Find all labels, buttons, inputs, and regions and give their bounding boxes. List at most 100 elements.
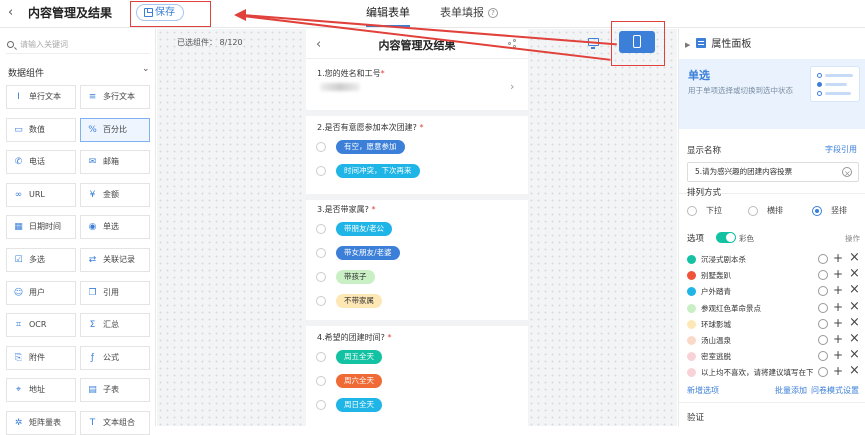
component-17[interactable]: ƒ 公式: [80, 345, 150, 370]
add-icon[interactable]: +: [833, 364, 843, 378]
option-text[interactable]: 别墅轰趴: [701, 270, 813, 281]
component-8[interactable]: ▦ 日期时间: [6, 215, 76, 240]
radio-icon[interactable]: [316, 296, 326, 306]
component-18[interactable]: ⌖ 地址: [6, 378, 76, 403]
survey-mode-link[interactable]: 问卷模式设置: [811, 385, 859, 396]
add-icon[interactable]: +: [833, 267, 843, 281]
component-14[interactable]: ⌗ OCR: [6, 313, 76, 338]
default-radio-icon[interactable]: [818, 335, 828, 345]
default-radio-icon[interactable]: [818, 302, 828, 313]
radio-icon[interactable]: [316, 224, 326, 234]
component-12[interactable]: ☺ 用户: [6, 280, 76, 305]
option-label: 周六全天: [336, 374, 382, 388]
delete-icon[interactable]: ×: [849, 347, 860, 362]
add-icon[interactable]: +: [833, 316, 843, 330]
component-icon: ∞: [14, 189, 23, 200]
option-text[interactable]: 汤山温泉: [701, 335, 813, 346]
default-radio-icon[interactable]: [818, 351, 828, 362]
expand-icon[interactable]: ▶: [685, 41, 690, 49]
options-label: 选项: [687, 234, 705, 244]
batch-add-link[interactable]: 批量添加: [775, 385, 807, 396]
component-20[interactable]: ✲ 矩阵量表: [6, 411, 76, 435]
radio-icon[interactable]: [316, 376, 326, 386]
component-label: OCR: [29, 320, 47, 330]
radio-icon[interactable]: [316, 352, 326, 362]
component-13[interactable]: ❐ 引用: [80, 280, 150, 305]
option-text[interactable]: 沉浸式剧本杀: [701, 254, 813, 265]
color-toggle[interactable]: [716, 232, 736, 243]
layout-radio-vertical[interactable]: [812, 206, 822, 216]
component-2[interactable]: ▭ 数值: [6, 117, 76, 142]
color-dot-icon[interactable]: [687, 368, 696, 378]
field-ref-link[interactable]: 字段引用: [825, 144, 857, 155]
radio-icon[interactable]: [316, 166, 326, 176]
color-dot-icon[interactable]: [687, 271, 696, 281]
add-icon[interactable]: +: [833, 332, 843, 346]
component-10[interactable]: ☑ 多选: [6, 248, 76, 272]
radio-icon[interactable]: [316, 248, 326, 258]
delete-icon[interactable]: ×: [849, 299, 860, 314]
component-label: 电话: [29, 157, 45, 167]
add-icon[interactable]: +: [833, 300, 843, 314]
component-21[interactable]: T 文本组合: [80, 411, 150, 435]
default-radio-icon[interactable]: [818, 367, 828, 378]
color-dot-icon[interactable]: [687, 255, 696, 264]
add-icon[interactable]: +: [833, 283, 843, 297]
component-7[interactable]: ¥ 金额: [80, 182, 150, 207]
component-5[interactable]: ✉ 邮箱: [80, 150, 150, 175]
chevron-down-icon[interactable]: ⌄: [142, 64, 150, 74]
component-19[interactable]: ▤ 子表: [80, 378, 150, 403]
color-dot-icon[interactable]: [687, 287, 696, 297]
add-option-link[interactable]: 新增选项: [687, 385, 719, 396]
help-icon[interactable]: ?: [488, 8, 498, 18]
option-label: 不带家属: [336, 294, 382, 308]
layout-radio-dropdown[interactable]: [687, 206, 697, 216]
default-radio-icon[interactable]: [818, 270, 828, 281]
component-6[interactable]: ∞ URL: [6, 182, 76, 207]
back-icon[interactable]: ‹: [8, 5, 13, 20]
option-text[interactable]: 密室逃脱: [701, 351, 813, 362]
color-dot-icon[interactable]: [687, 352, 696, 362]
radio-icon[interactable]: [316, 272, 326, 282]
default-radio-icon[interactable]: [818, 318, 828, 329]
default-radio-icon[interactable]: [818, 254, 828, 264]
delete-icon[interactable]: ×: [849, 282, 860, 297]
add-icon[interactable]: +: [833, 348, 843, 362]
color-dot-icon[interactable]: [687, 303, 696, 313]
display-name-field[interactable]: 5.请为感兴趣的团建内容投票: [687, 162, 859, 183]
delete-icon[interactable]: ×: [849, 250, 860, 265]
component-1[interactable]: ≡ 多行文本: [80, 85, 150, 109]
component-3[interactable]: % 百分比: [80, 117, 150, 142]
clear-icon[interactable]: [842, 165, 852, 183]
option-text[interactable]: 户外踏青: [701, 286, 813, 297]
option-text[interactable]: 以上均不喜欢，请将建议填写在下方: [701, 367, 813, 378]
default-radio-icon[interactable]: [818, 286, 828, 297]
component-16[interactable]: ⎘ 附件: [6, 345, 76, 370]
color-dot-icon[interactable]: [687, 336, 696, 345]
tab-edit-form[interactable]: 编辑表单: [366, 4, 410, 27]
layout-radio-horizontal[interactable]: [748, 206, 758, 216]
layout-option-label: 下拉: [706, 206, 722, 215]
component-icon: %: [88, 124, 97, 135]
add-icon[interactable]: +: [833, 251, 843, 265]
component-9[interactable]: ◉ 单选: [80, 215, 150, 240]
delete-icon[interactable]: ×: [849, 363, 860, 378]
question-1[interactable]: 1.您的姓名和工号* ›: [306, 60, 528, 110]
tab-form-fill[interactable]: 表单填报?: [440, 4, 498, 20]
delete-icon[interactable]: ×: [849, 315, 860, 330]
radio-icon[interactable]: [316, 400, 326, 410]
option-text[interactable]: 参观红色革命景点: [701, 303, 813, 314]
option-label: 带女朋友/老婆: [336, 246, 400, 260]
component-11[interactable]: ⇄ 关联记录: [80, 248, 150, 272]
search-input[interactable]: 请输入关键词: [6, 36, 150, 54]
color-dot-icon[interactable]: [687, 319, 696, 329]
radio-icon[interactable]: [316, 142, 326, 152]
component-0[interactable]: Ⅰ 单行文本: [6, 85, 76, 109]
option-text[interactable]: 环球影城: [701, 319, 813, 330]
delete-icon[interactable]: ×: [849, 266, 860, 281]
component-15[interactable]: Σ 汇总: [80, 313, 150, 338]
component-4[interactable]: ✆ 电话: [6, 150, 76, 175]
delete-icon[interactable]: ×: [849, 331, 860, 346]
layout-option-label: 竖排: [831, 206, 847, 215]
option-row: 以上均不喜欢，请将建议填写在下方 + ×: [687, 363, 862, 380]
